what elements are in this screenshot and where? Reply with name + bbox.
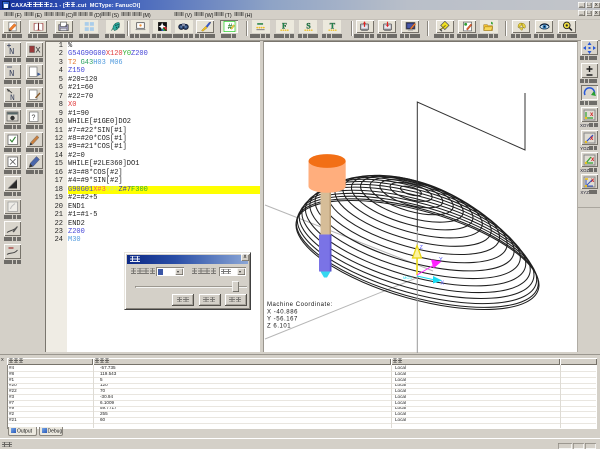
svg-text:Machine Coordinate:: Machine Coordinate: — [267, 302, 333, 308]
svg-text:T: T — [329, 21, 335, 30]
svg-text:Z 6.101: Z 6.101 — [267, 324, 291, 330]
svg-text:X -40.886: X -40.886 — [267, 310, 298, 316]
svg-text:MCS: MCS — [403, 275, 412, 280]
svg-text:X: X — [441, 281, 445, 287]
svg-text:?: ? — [32, 115, 36, 122]
svg-text:F: F — [282, 21, 287, 30]
svg-text:Y -56.167: Y -56.167 — [267, 317, 298, 323]
svg-text:S: S — [306, 21, 311, 30]
svg-text:N: N — [9, 69, 14, 78]
svg-text:N: N — [10, 94, 15, 101]
svg-text:N: N — [9, 47, 14, 56]
svg-text:Y: Y — [439, 257, 443, 263]
